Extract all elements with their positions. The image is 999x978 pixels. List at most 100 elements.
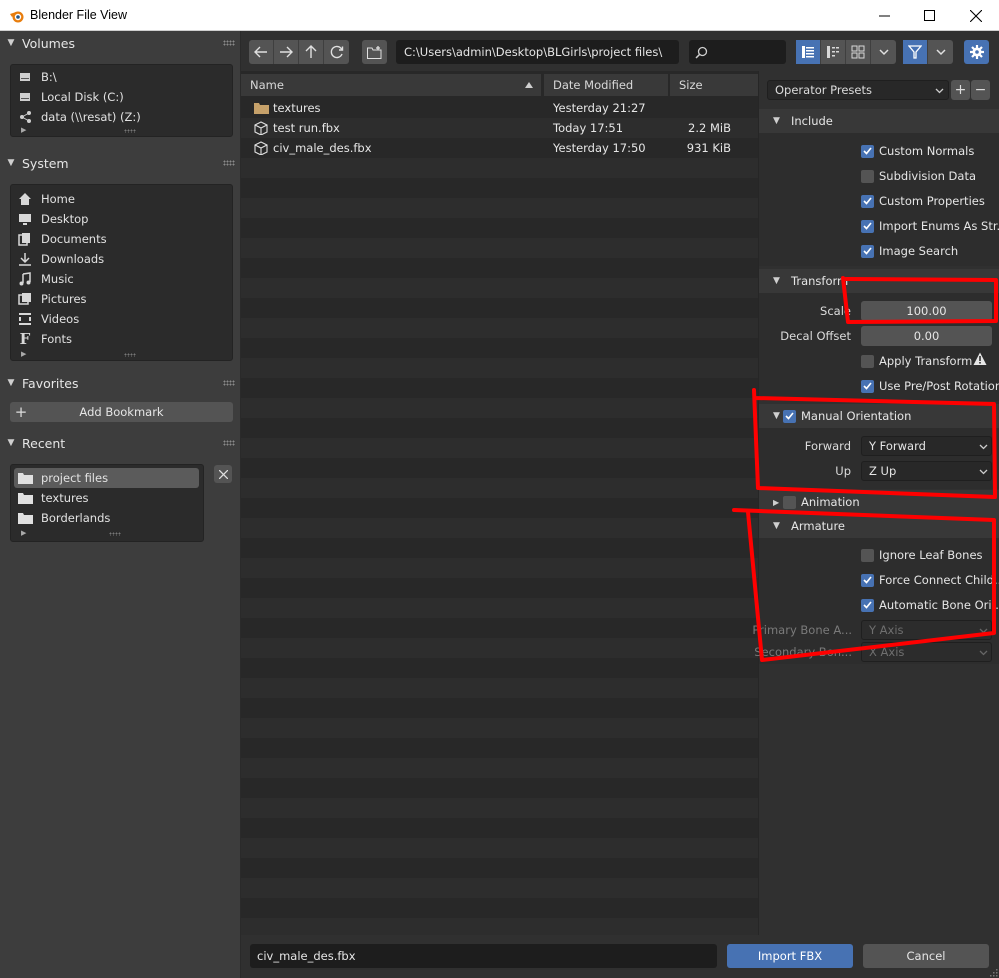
expand-arrow-icon: ▶ [773, 497, 780, 507]
column-header-size[interactable]: Size [670, 74, 758, 96]
forward-dropdown[interactable]: Y Forward [861, 436, 992, 456]
add-preset-button[interactable]: + [951, 80, 970, 100]
apply-transform-checkbox[interactable]: Apply Transform [861, 352, 972, 370]
column-header-name[interactable]: Name [241, 74, 541, 96]
up-dropdown[interactable]: Z Up [861, 461, 992, 481]
drag-grip-icon[interactable] [223, 380, 235, 386]
favorites-panel-header[interactable]: ▼ Favorites [0, 371, 241, 395]
add-bookmark-button[interactable]: + Add Bookmark [10, 402, 233, 422]
resize-grip-icon[interactable] [109, 532, 121, 536]
scale-field[interactable]: 100.00 [861, 301, 992, 321]
filter-settings-dropdown[interactable] [928, 40, 953, 64]
drag-grip-icon[interactable] [223, 160, 235, 166]
system-item-pictures[interactable]: Pictures [17, 289, 87, 309]
recent-item-project-files[interactable]: project files [14, 468, 199, 488]
system-item-desktop[interactable]: Desktop [17, 209, 88, 229]
checkmark-icon [861, 244, 874, 258]
transform-panel-header[interactable]: ▼ Transform [759, 269, 999, 293]
secondary-bone-axis-label: Secondary Bon... [754, 645, 852, 659]
import-enums-label: Import Enums As Str... [879, 219, 999, 233]
minimize-button[interactable] [861, 0, 907, 31]
remove-preset-button[interactable]: − [971, 80, 990, 100]
use-prepost-rotation-checkbox[interactable]: Use Pre/Post Rotation [861, 377, 999, 395]
clear-recent-button[interactable] [214, 465, 232, 483]
close-button[interactable] [953, 0, 999, 31]
animation-checkbox[interactable] [783, 495, 796, 509]
settings-toggle [964, 40, 989, 64]
thumbnails-button[interactable] [846, 40, 871, 64]
file-date: Yesterday 17:50 [553, 141, 646, 155]
image-search-checkbox[interactable]: Image Search [861, 242, 958, 260]
back-button[interactable] [249, 40, 274, 64]
automatic-bone-orientation-checkbox[interactable]: Automatic Bone Ori... [861, 596, 999, 614]
recent-item-borderlands[interactable]: Borderlands [17, 508, 110, 528]
manual-orientation-panel-header[interactable]: ▼ Manual Orientation [759, 404, 999, 428]
volume-item-b[interactable]: B:\ [17, 67, 57, 87]
resize-corner-icon[interactable] [988, 967, 998, 977]
file-size: 2.2 MiB [688, 121, 731, 135]
system-item-videos[interactable]: Videos [17, 309, 79, 329]
folder-icon [254, 103, 269, 114]
system-item-label: Music [41, 272, 74, 286]
resize-grip-icon[interactable] [124, 129, 136, 133]
file-row[interactable]: test run.fbx Today 17:51 2.2 MiB [241, 118, 758, 138]
new-folder-icon [367, 45, 382, 59]
system-panel-header[interactable]: ▼ System [0, 151, 241, 175]
operator-properties-panel: Operator Presets + − ▼ Include Custom No… [752, 71, 999, 935]
volume-item-c[interactable]: Local Disk (C:) [17, 87, 124, 107]
refresh-button[interactable] [324, 40, 349, 64]
expand-arrow-icon[interactable]: ▶ [21, 126, 26, 134]
parent-directory-button[interactable] [299, 40, 324, 64]
decal-offset-field[interactable]: 0.00 [861, 326, 992, 346]
ignore-leaf-bones-checkbox[interactable]: Ignore Leaf Bones [861, 546, 983, 564]
search-input[interactable] [689, 40, 786, 64]
display-settings-dropdown[interactable] [871, 40, 896, 64]
system-item-downloads[interactable]: Downloads [17, 249, 104, 269]
filter-toggle-button[interactable] [903, 40, 928, 64]
recent-panel-header[interactable]: ▼ Recent [0, 431, 241, 455]
expand-arrow-icon[interactable]: ▶ [21, 529, 26, 537]
animation-panel-header[interactable]: ▶ Animation [759, 490, 999, 514]
custom-normals-checkbox[interactable]: Custom Normals [861, 142, 974, 160]
apply-transform-label: Apply Transform [879, 354, 973, 368]
include-panel-header[interactable]: ▼ Include [759, 109, 999, 133]
filename-input[interactable]: civ_male_des.fbx [250, 944, 717, 968]
expand-arrow-icon[interactable]: ▶ [21, 350, 26, 358]
resize-grip-icon[interactable] [124, 353, 136, 357]
file-row[interactable]: textures Yesterday 21:27 [241, 98, 758, 118]
system-item-music[interactable]: Music [17, 269, 74, 289]
image-search-label: Image Search [879, 244, 959, 258]
system-item-documents[interactable]: Documents [17, 229, 107, 249]
system-item-fonts[interactable]: F Fonts [17, 329, 72, 349]
include-panel-body: Custom Normals Subdivision Data Custom P… [759, 133, 999, 266]
options-gear-button[interactable] [964, 40, 989, 64]
operator-presets-dropdown[interactable]: Operator Presets [767, 80, 949, 100]
primary-bone-axis-label: Primary Bone A... [752, 623, 852, 637]
import-enums-checkbox[interactable]: Import Enums As Str... [861, 217, 999, 235]
drag-grip-icon[interactable] [223, 440, 235, 446]
primary-bone-axis-dropdown[interactable]: Y Axis [861, 620, 992, 640]
new-directory-button[interactable] [362, 40, 387, 64]
directory-path-input[interactable]: C:\Users\admin\Desktop\BLGirls\project f… [396, 40, 679, 64]
forward-button[interactable] [274, 40, 299, 64]
file-row[interactable]: civ_male_des.fbx Yesterday 17:50 931 KiB [241, 138, 758, 158]
manual-orientation-checkbox[interactable] [783, 409, 796, 423]
secondary-bone-axis-dropdown[interactable]: X Axis [861, 642, 992, 662]
horizontal-list-button[interactable] [821, 40, 846, 64]
custom-properties-checkbox[interactable]: Custom Properties [861, 192, 985, 210]
file-name: textures [273, 101, 321, 115]
column-header-date[interactable]: Date Modified [544, 74, 668, 96]
subdivision-data-checkbox[interactable]: Subdivision Data [861, 167, 976, 185]
maximize-button[interactable] [906, 0, 952, 31]
import-fbx-button[interactable]: Import FBX [727, 944, 853, 968]
force-connect-children-checkbox[interactable]: Force Connect Child... [861, 571, 999, 589]
vertical-list-button[interactable] [796, 40, 821, 64]
armature-panel-header[interactable]: ▼ Armature [759, 514, 999, 538]
volumes-panel-header[interactable]: ▼ Volumes [0, 31, 241, 55]
recent-item-textures[interactable]: textures [17, 488, 89, 508]
cancel-button[interactable]: Cancel [863, 944, 989, 968]
volume-item-z[interactable]: data (\\resat) (Z:) [17, 107, 141, 127]
downloads-icon [17, 251, 33, 267]
system-item-home[interactable]: Home [17, 189, 75, 209]
drag-grip-icon[interactable] [223, 40, 235, 46]
